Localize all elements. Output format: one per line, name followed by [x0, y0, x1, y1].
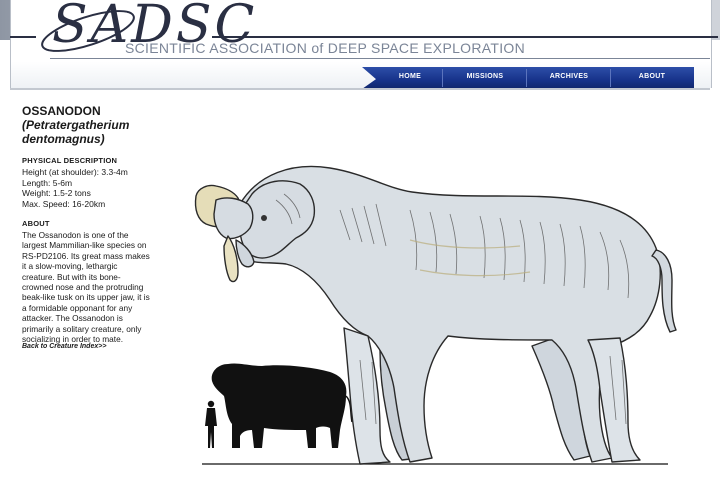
site-header: SADSC SCIENTIFIC ASSOCIATION of DEEP SPA…: [0, 0, 720, 96]
nav-home[interactable]: HOME: [380, 67, 440, 89]
scientific-name-line1: (Petratergatherium: [22, 118, 130, 132]
header-rule: [212, 36, 718, 38]
physical-description-heading: PHYSICAL DESCRIPTION: [22, 156, 118, 165]
back-to-creature-index-link[interactable]: Back to Creature Index>>: [22, 343, 106, 350]
stat-height: Height (at shoulder): 3.3-4m: [22, 167, 128, 177]
scientific-name-line2: dentomagnus): [22, 132, 105, 146]
tagline-underline: [50, 58, 710, 59]
about-line: largest Mammilian-like species on: [22, 240, 147, 251]
creature-title: OSSANODON: [22, 104, 101, 118]
nav-divider: [442, 69, 443, 87]
main-nav: HOME MISSIONS ARCHIVES ABOUT: [362, 67, 694, 89]
about-line: creature. But with its bone-: [22, 271, 121, 282]
nav-about[interactable]: ABOUT: [624, 67, 680, 89]
ossanodon-scale-silhouette: [211, 363, 347, 448]
creature-info: OSSANODON (Petratergatherium dentomagnus…: [22, 104, 190, 344]
about-line: attacker. The Ossanodon is: [22, 313, 123, 324]
about-line: crowned nose and the protruding: [22, 282, 144, 293]
human-scale-silhouette: [205, 400, 217, 448]
nav-archives[interactable]: ARCHIVES: [538, 67, 600, 89]
stat-length: Length: 5-6m: [22, 177, 73, 188]
about-line: The Ossanodon is one of the: [22, 230, 129, 240]
about-heading: ABOUT: [22, 219, 50, 228]
about-line: a formidable opponant for any: [22, 302, 133, 313]
nav-divider: [526, 69, 527, 87]
about-line: RS-PD2106. Its great mass makes: [22, 250, 150, 261]
about-line: primarily a solitary creature, only: [22, 323, 142, 334]
stat-weight: Weight: 1.5-2 tons: [22, 188, 91, 198]
ossanodon-illustration: [194, 165, 677, 465]
creature-illustration: [180, 140, 720, 480]
header-rule-left: [10, 36, 36, 38]
site-tagline: SCIENTIFIC ASSOCIATION of DEEP SPACE EXP…: [125, 40, 526, 56]
header-bottom-edge: [10, 88, 710, 90]
about-line: beak-like tusk on its upper jaw, it is: [22, 292, 150, 303]
stat-speed: Max. Speed: 16-20km: [22, 198, 106, 209]
nav-missions[interactable]: MISSIONS: [454, 67, 516, 89]
nav-divider: [610, 69, 611, 87]
about-line: it a slow-moving, lethargic: [22, 261, 118, 272]
